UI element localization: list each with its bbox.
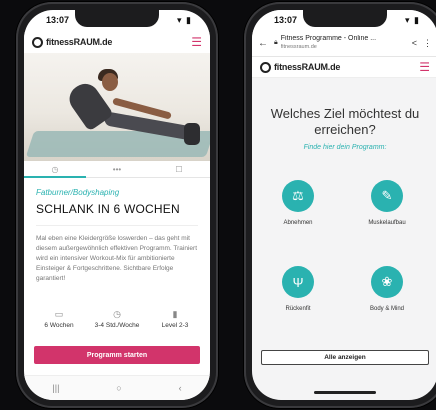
site-header: fitnessRAUM.de ☰ — [252, 57, 436, 78]
right-screen: ← 🔒︎ Fitness Programme - Online ... fitn… — [252, 10, 436, 400]
right-phone: ← 🔒︎ Fitness Programme - Online ... fitn… — [244, 2, 436, 408]
logo-icon — [260, 61, 271, 73]
logo-text[interactable]: fitnessRAUM.de — [274, 62, 340, 72]
lotus-icon: ❀ — [371, 266, 403, 298]
program-description: Mal eben eine Kleidergröße loswerden – d… — [36, 235, 198, 282]
browser-menu-icon[interactable]: ⋮ — [423, 38, 432, 49]
level-icon: ▮ — [172, 309, 178, 319]
program-stats: ▭ 6 Wochen ◷ 3-4 Std./Woche ▮ Level 2-3 — [30, 309, 204, 329]
stat-hours: ◷ 3-4 Std./Woche — [88, 309, 146, 329]
goal-label: Abnehmen — [283, 220, 313, 226]
goal-heading: Welches Ziel möchtest du erreichen? — [270, 106, 420, 137]
hamburger-menu-icon[interactable]: ☰ — [419, 61, 430, 73]
back-icon[interactable]: ‹ — [179, 383, 182, 393]
program-category: Fatburner/Bodyshaping — [36, 188, 120, 197]
browser-page-title: Fitness Programme - Online ... — [280, 35, 377, 42]
goal-rueckenfit[interactable]: Ψ Rückenfit — [263, 266, 333, 312]
stat-duration: ▭ 6 Wochen — [30, 309, 88, 329]
status-bar: 13:07 ▾ ▮ — [24, 14, 210, 30]
status-time: 13:07 — [274, 15, 298, 25]
recent-apps-icon[interactable]: ||| — [52, 383, 59, 393]
status-icons: ▾ ▮ — [405, 15, 420, 25]
person-shoe — [184, 123, 200, 145]
divider — [36, 225, 198, 226]
goal-label: Muskelaufbau — [368, 220, 406, 226]
site-header: fitnessRAUM.de ☰ — [24, 32, 210, 52]
hamburger-menu-icon[interactable]: ☰ — [191, 36, 202, 48]
stat-hours-label: 3-4 Std./Woche — [94, 322, 140, 329]
hero-image — [24, 53, 210, 161]
logo-text[interactable]: fitnessRAUM.de — [46, 37, 112, 47]
goal-subheading: Finde hier dein Programm: — [303, 144, 387, 151]
calendar-icon: ▭ — [54, 309, 64, 319]
show-all-button[interactable]: Alle anzeigen — [261, 350, 429, 365]
scale-icon: ⚖︎ — [282, 180, 314, 212]
goal-label: Body & Mind — [369, 306, 405, 312]
tab-info-icon[interactable]: ◷ — [24, 161, 86, 178]
start-program-button[interactable]: Programm starten — [34, 346, 200, 364]
stat-level: ▮ Level 2-3 — [146, 309, 204, 329]
stat-duration-label: 6 Wochen — [44, 322, 74, 329]
dumbbell-icon: ✎ — [371, 180, 403, 212]
status-icons: ▾ ▮ — [177, 15, 192, 25]
home-indicator[interactable] — [314, 391, 376, 394]
browser-back-icon[interactable]: ← — [258, 38, 268, 49]
address-bar[interactable]: Fitness Programme - Online ... fitnessra… — [281, 35, 406, 51]
program-title: SCHLANK IN 6 WOCHEN — [36, 202, 180, 216]
program-content: Fatburner/Bodyshaping SCHLANK IN 6 WOCHE… — [36, 188, 198, 284]
left-phone: 13:07 ▾ ▮ fitnessRAUM.de ☰ ◷ ••• ☐ Fatbu… — [16, 2, 218, 408]
share-icon[interactable]: < — [412, 38, 417, 48]
android-nav-bar: ||| ○ ‹ — [24, 375, 210, 400]
home-icon[interactable]: ○ — [116, 383, 121, 393]
person-head — [102, 73, 118, 91]
goal-body-mind[interactable]: ❀ Body & Mind — [352, 266, 422, 312]
goal-abnehmen[interactable]: ⚖︎ Abnehmen — [263, 180, 333, 226]
status-time: 13:07 — [46, 15, 70, 25]
clock-icon: ◷ — [113, 309, 121, 319]
tab-comment-icon[interactable]: ☐ — [148, 161, 210, 177]
browser-toolbar: ← 🔒︎ Fitness Programme - Online ... fitn… — [252, 33, 436, 53]
tab-more-icon[interactable]: ••• — [86, 161, 148, 177]
goal-muskelaufbau[interactable]: ✎ Muskelaufbau — [352, 180, 422, 226]
logo-icon — [32, 36, 43, 48]
status-bar: 13:07 ▾ ▮ — [252, 14, 436, 30]
back-icon: Ψ — [282, 266, 314, 298]
stat-level-label: Level 2-3 — [161, 322, 189, 329]
browser-url: fitnessraum.de — [280, 44, 317, 50]
goal-label: Rückenfit — [285, 306, 311, 312]
left-screen: 13:07 ▾ ▮ fitnessRAUM.de ☰ ◷ ••• ☐ Fatbu… — [24, 10, 210, 400]
lock-icon: 🔒︎ — [274, 39, 278, 46]
icon-tabs: ◷ ••• ☐ — [24, 161, 210, 178]
